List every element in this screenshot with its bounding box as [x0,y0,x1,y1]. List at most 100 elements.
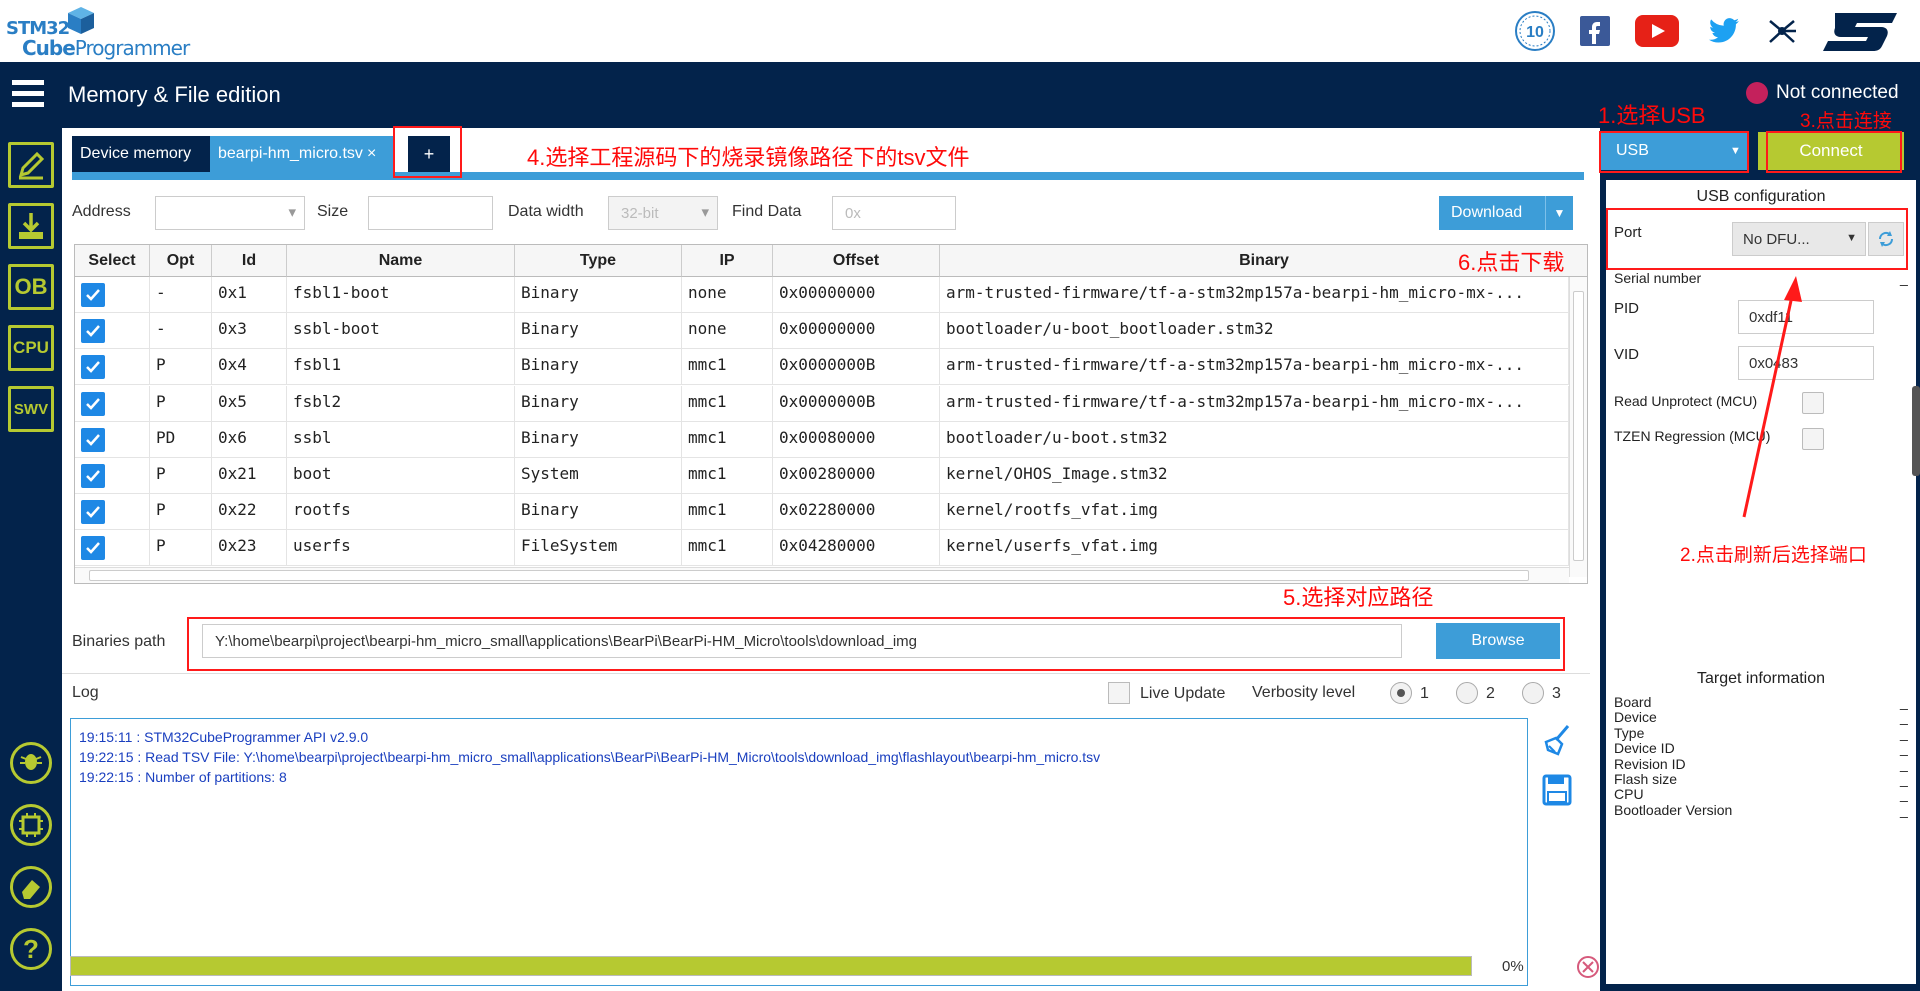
select-cell [75,421,150,458]
target-info-title: Target information [1696,670,1826,687]
col-id[interactable]: Id [212,245,287,277]
network-share-icon[interactable] [1764,8,1800,54]
table-row[interactable]: -0x1 fsbl1-boot Binary none 0x00000000 arm-tr… [75,277,1587,313]
panel-resize-handle[interactable] [1912,386,1920,476]
erase-programming-icon[interactable] [8,203,54,249]
name-cell: boot [287,458,515,494]
anniversary-badge-icon[interactable]: 10 [1512,8,1558,54]
status-dot-icon [1746,82,1768,104]
select-checkbox[interactable] [81,391,105,416]
address-select[interactable]: ▾ [155,196,305,230]
el-chip-icon[interactable] [10,804,52,846]
chevron-down-icon: ▾ [701,204,709,221]
name-cell: ssbl-boot [287,313,515,350]
target-field-label: Bootloader Version [1614,801,1733,818]
offset-cell: 0x02280000 [773,494,940,531]
name-cell: fsbl1-boot [287,277,515,313]
save-log-icon[interactable] [1542,774,1572,806]
progress-fill [71,957,1471,975]
opt-cell: P [150,494,212,531]
log-output-area[interactable]: 19:15:11 : STM32CubeProgrammer API v2.9.… [70,718,1528,986]
binary-cell: arm-trusted-firmware/tf-a-stm32mp157a-be… [940,349,1569,386]
type-cell: Binary [515,494,682,531]
option-bytes-icon[interactable]: OB [8,264,54,310]
ip-cell: mmc1 [682,530,773,567]
table-row[interactable]: P 0x22 rootfs Binary mmc1 0x02280000 kernel/ro… [75,494,1587,531]
verbosity-option-1: 1 [1420,685,1429,702]
verbosity-radio-3[interactable] [1522,682,1544,704]
tab-bearpi-tsv[interactable]: bearpi-hm_micro.tsv × [210,136,394,172]
verbosity-label: Verbosity level [1252,684,1356,701]
clear-log-broom-icon[interactable] [1542,724,1572,758]
find-data-input[interactable]: 0x [832,196,956,230]
tab-close-icon[interactable]: × [367,145,376,163]
partition-table: Select Opt Id Name Type IP Offset Binary… [74,244,1588,584]
select-checkbox[interactable] [81,536,105,561]
verbosity-radio-2[interactable] [1456,682,1478,704]
find-data-label: Find Data [732,203,802,220]
top-bar: STM32 CubeProgrammer 10 [0,0,1920,62]
target-field-value: _ [1900,740,1908,757]
youtube-icon[interactable] [1634,8,1680,54]
cancel-progress-icon[interactable] [1576,955,1600,979]
connection-status-label: Not connected [1776,82,1899,103]
verbosity-option-3: 3 [1552,685,1561,702]
id-cell: 0x23 [212,530,287,567]
annotation-box-usb [1599,131,1749,173]
table-row[interactable]: PD 0x6 ssbl Binary mmc1 0x00080000 bootloader/… [75,421,1587,458]
tab-underline [72,172,1584,180]
beta-bug-icon[interactable] [10,742,52,784]
facebook-icon[interactable] [1578,8,1612,54]
select-checkbox[interactable] [81,319,105,344]
id-cell: 0x5 [212,385,287,422]
size-input[interactable] [368,196,493,230]
menu-hamburger-icon[interactable] [12,80,44,108]
id-cell: 0x22 [212,494,287,531]
memory-edit-icon[interactable] [8,142,54,188]
live-update-checkbox[interactable] [1108,682,1130,704]
tab-device-memory[interactable]: Device memory [72,136,214,172]
target-field-value: _ [1900,709,1908,726]
security-eraser-icon[interactable] [10,866,52,908]
table-row[interactable]: P 0x5 fsbl2 Binary mmc1 0x0000000B arm-trusted… [75,385,1587,422]
verbosity-radio-1[interactable] [1390,682,1412,704]
col-opt[interactable]: Opt [150,245,212,277]
table-row[interactable]: P 0x23 userfs FileSystem mmc1 0x04280000 kerne… [75,530,1587,567]
col-name[interactable]: Name [287,245,515,277]
vertical-scrollbar[interactable] [1569,277,1587,577]
select-checkbox[interactable] [81,355,105,380]
id-cell: 0x21 [212,458,287,494]
select-cell [75,277,150,313]
scroll-thumb[interactable] [1573,291,1584,561]
chevron-down-icon[interactable]: ▼ [1545,196,1573,230]
cpu-icon[interactable]: CPU [8,325,54,371]
logo-text-cubeprogrammer: CubeProgrammer [22,36,190,60]
connection-status: Not connected [1746,82,1899,104]
ip-cell: none [682,277,773,313]
annotation-step-4: 4.选择工程源码下的烧录镜像路径下的tsv文件 [527,145,970,170]
download-button[interactable]: Download ▼ [1439,196,1573,230]
data-width-value: 32-bit [621,205,659,222]
help-icon[interactable]: ? [10,928,52,970]
select-checkbox[interactable] [81,464,105,488]
col-select[interactable]: Select [75,245,150,277]
select-checkbox[interactable] [81,283,105,307]
twitter-icon[interactable] [1706,8,1742,54]
name-cell: fsbl1 [287,349,515,386]
serial-number-label: Serial number [1614,270,1702,286]
binary-cell: arm-trusted-firmware/tf-a-stm32mp157a-be… [940,385,1569,422]
col-ip[interactable]: IP [682,245,773,277]
select-checkbox[interactable] [81,500,105,525]
serial-number-value: _ [1900,270,1908,286]
data-width-select[interactable]: 32-bit ▾ [608,196,718,230]
opt-cell: P [150,349,212,386]
col-offset[interactable]: Offset [773,245,940,277]
table-row[interactable]: -0x3 ssbl-boot Binary none 0x00000000 bootloa… [75,313,1587,350]
col-type[interactable]: Type [515,245,682,277]
table-row[interactable]: P 0x4 fsbl1 Binary mmc1 0x0000000B arm-trusted… [75,349,1587,386]
binary-cell: kernel/OHOS_Image.stm32 [940,458,1569,494]
swv-icon[interactable]: SWV [8,386,54,432]
table-row[interactable]: P 0x21 boot System mmc1 0x00280000 kernel/OHOS… [75,458,1587,494]
select-checkbox[interactable] [81,427,105,452]
id-cell: 0x1 [212,277,287,313]
